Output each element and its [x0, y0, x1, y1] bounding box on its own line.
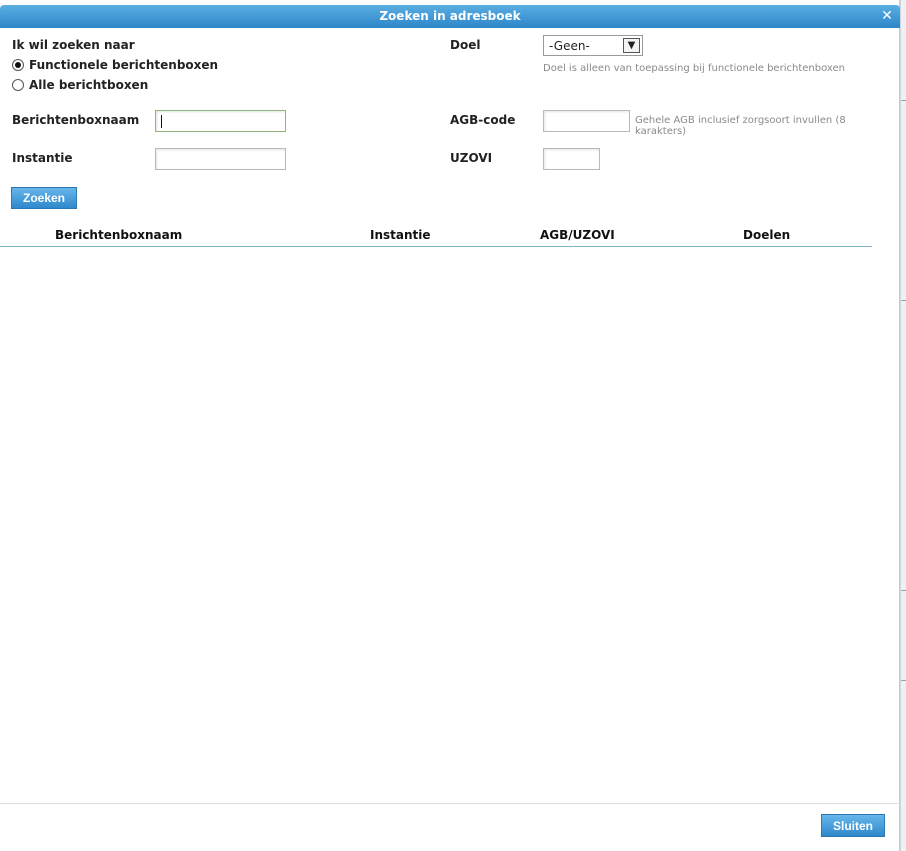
close-icon[interactable]: ✕ [880, 9, 894, 23]
radio-label-all: Alle berichtboxen [29, 78, 149, 92]
purpose-hint: Doel is alleen van toepassing bij functi… [543, 63, 845, 74]
uzovi-input[interactable] [543, 148, 600, 170]
uzovi-label: UZOVI [450, 151, 493, 165]
agb-code-label: AGB-code [450, 113, 516, 127]
column-header-institution[interactable]: Instantie [370, 228, 431, 242]
purpose-selected-value: -Geen- [549, 38, 590, 53]
background-divider [901, 590, 906, 591]
radio-label-functional: Functionele berichtenboxen [29, 58, 219, 72]
radio-functional-mailboxes[interactable]: Functionele berichtenboxen [12, 58, 218, 72]
radio-button-checked[interactable] [12, 59, 24, 71]
radio-button[interactable] [12, 79, 24, 91]
column-header-agb-uzovi[interactable]: AGB/UZOVI [540, 228, 615, 242]
mailbox-name-label: Berichtenboxnaam [12, 113, 140, 127]
search-type-label: Ik wil zoeken naar [12, 38, 135, 52]
institution-input[interactable] [155, 148, 286, 170]
purpose-select[interactable]: -Geen- ▼ [543, 35, 643, 56]
address-book-dialog: Zoeken in adresboek ✕ Ik wil zoeken naar… [0, 0, 900, 851]
footer-divider [0, 803, 900, 804]
background-divider [901, 300, 906, 301]
background-page-edge [900, 0, 906, 851]
chevron-down-icon[interactable]: ▼ [623, 38, 640, 53]
column-header-mailbox-name[interactable]: Berichtenboxnaam [55, 228, 182, 242]
text-caret [161, 115, 162, 128]
close-button[interactable]: Sluiten [821, 814, 886, 837]
agb-hint: Gehele AGB inclusief zorgsoort invullen … [635, 115, 846, 137]
column-header-purposes[interactable]: Doelen [743, 228, 790, 242]
search-button[interactable]: Zoeken [11, 187, 78, 209]
background-divider [901, 680, 906, 681]
radio-all-mailboxes[interactable]: Alle berichtboxen [12, 78, 148, 92]
purpose-label: Doel [450, 38, 481, 52]
agb-code-input[interactable] [543, 110, 630, 132]
table-header-divider [0, 246, 872, 247]
institution-label: Instantie [12, 151, 73, 165]
dialog-title: Zoeken in adresboek [379, 9, 521, 23]
mailbox-name-input[interactable] [155, 110, 286, 132]
dialog-titlebar: Zoeken in adresboek ✕ [0, 5, 900, 28]
background-divider [901, 100, 906, 101]
